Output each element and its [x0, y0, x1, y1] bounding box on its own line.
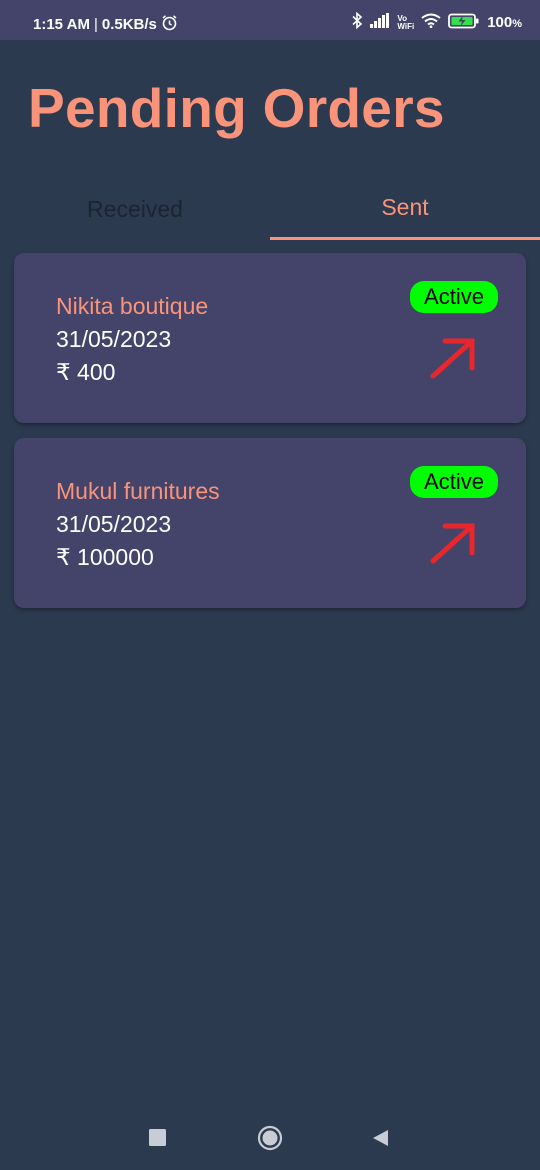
- status-bar: 1:15 AM | 0.5KB/s Vo WiFi 100%: [0, 0, 540, 40]
- navigation-bar: [0, 1110, 540, 1170]
- order-tabs: Received Sent: [0, 178, 540, 240]
- signal-icon: [370, 13, 390, 32]
- order-amount: ₹ 400: [56, 359, 116, 385]
- order-card[interactable]: Nikita boutique 31/05/2023 ₹ 400 Active: [14, 253, 526, 423]
- page-title: Pending Orders: [28, 77, 445, 139]
- order-date: 31/05/2023: [56, 511, 172, 537]
- vowifi-icon: Vo WiFi: [397, 14, 415, 31]
- order-card[interactable]: Mukul furnitures 31/05/2023 ₹ 100000 Act…: [14, 438, 526, 608]
- order-name: Mukul furnitures: [56, 478, 220, 504]
- wifi-icon: [421, 13, 441, 32]
- status-badge: Active: [410, 281, 498, 313]
- order-amount: ₹ 100000: [56, 544, 154, 570]
- tab-received[interactable]: Received: [0, 178, 270, 240]
- circle-icon: [257, 1125, 283, 1156]
- alarm-icon: [161, 14, 178, 35]
- arrow-up-right-icon[interactable]: [428, 520, 478, 566]
- status-time: 1:15 AM: [33, 16, 90, 33]
- battery-percent-unit: %: [512, 18, 522, 30]
- order-date: 31/05/2023: [56, 326, 172, 352]
- battery-percent-value: 100: [487, 14, 513, 31]
- triangle-back-icon: [371, 1129, 389, 1152]
- bluetooth-icon: [351, 11, 363, 33]
- status-right: Vo WiFi 100%: [351, 11, 522, 33]
- vowifi-bottom: WiFi: [397, 21, 415, 31]
- battery-percent: 100%: [487, 14, 522, 31]
- status-separator: |: [93, 16, 98, 33]
- tab-sent[interactable]: Sent: [270, 178, 540, 240]
- arrow-up-right-icon[interactable]: [428, 335, 478, 381]
- status-speed: 0.5KB/s: [101, 16, 157, 33]
- square-icon: [148, 1129, 166, 1151]
- recent-apps-button[interactable]: [141, 1124, 173, 1156]
- order-name: Nikita boutique: [56, 293, 209, 319]
- home-button[interactable]: [254, 1124, 286, 1156]
- status-left: 1:15 AM | 0.5KB/s: [33, 14, 178, 35]
- back-button[interactable]: [364, 1124, 396, 1156]
- status-badge: Active: [410, 466, 498, 498]
- battery-charging-icon: [448, 13, 480, 33]
